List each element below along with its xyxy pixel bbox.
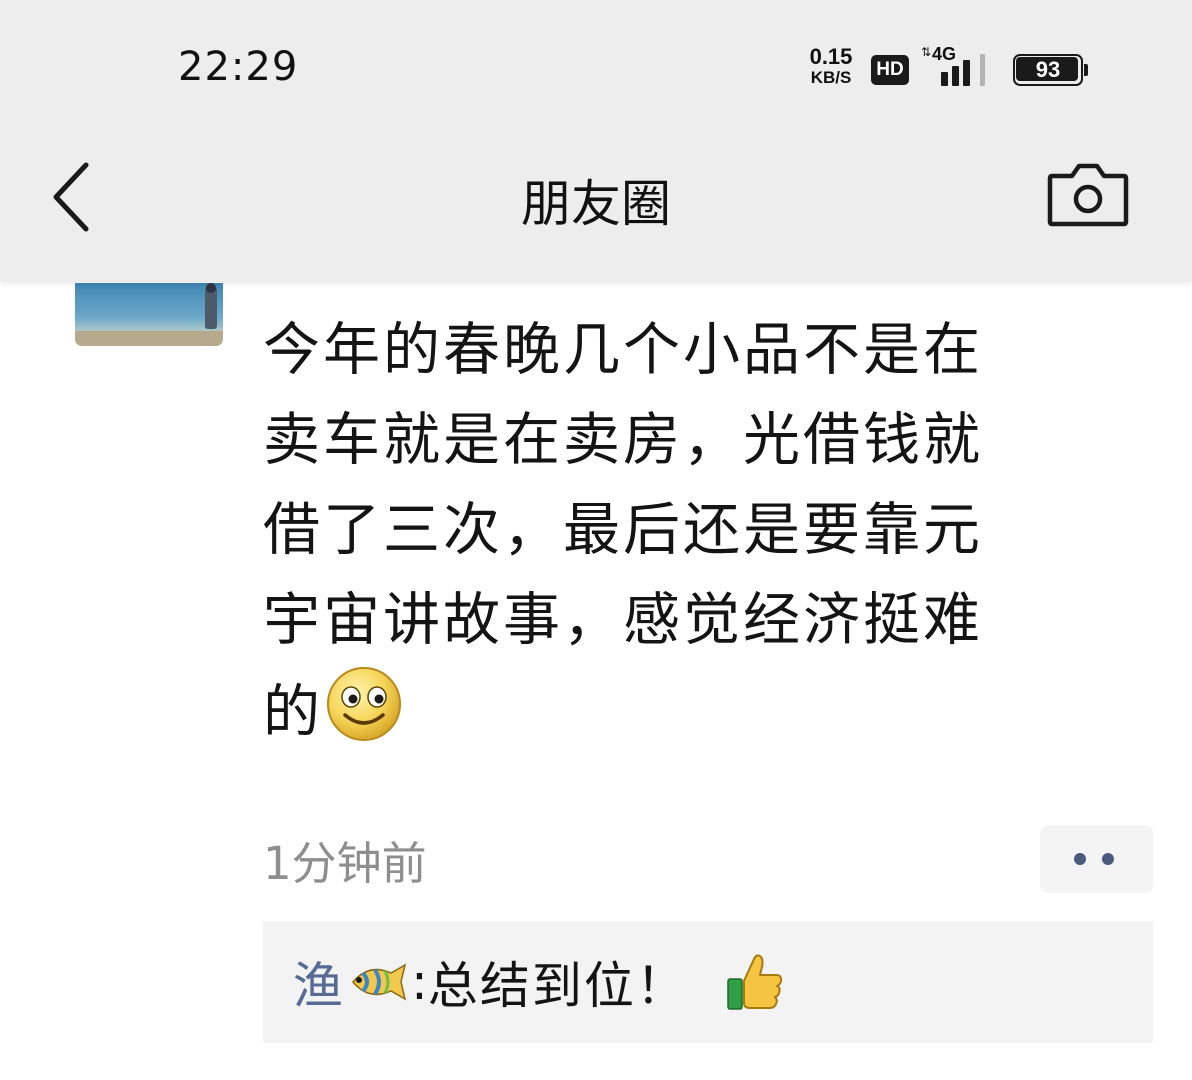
nav-bar: 朋友圈 bbox=[0, 135, 1192, 282]
more-button[interactable] bbox=[1040, 825, 1153, 893]
battery-level: 93 bbox=[1035, 57, 1061, 82]
network-speed-value: 0.15 bbox=[809, 44, 853, 69]
data-arrows-icon: ⇅ bbox=[921, 45, 932, 59]
avatar-rock bbox=[75, 331, 223, 346]
status-time: 22:29 bbox=[178, 44, 299, 90]
avatar[interactable] bbox=[75, 283, 223, 346]
signal-bar bbox=[941, 72, 948, 86]
post-line: 借了三次，最后还是要靠元 bbox=[263, 497, 983, 563]
status-bar: 22:29 0.15 KB/S HD ⇅ 4G 93 bbox=[0, 0, 1192, 135]
post-line: 的 bbox=[263, 679, 323, 745]
cellular-signal-icon: ⇅ 4G bbox=[921, 44, 993, 88]
signal-bar bbox=[952, 66, 959, 86]
comment-separator: : bbox=[411, 953, 428, 1011]
more-dots-icon bbox=[1102, 853, 1114, 865]
post-last-line: 的 bbox=[263, 665, 1133, 757]
post-line: 宇宙讲故事，感觉经济挺难 bbox=[263, 587, 983, 653]
fish-icon bbox=[352, 963, 407, 1001]
chevron-left-icon bbox=[53, 162, 89, 232]
battery-icon: 93 bbox=[1013, 54, 1088, 86]
battery-tip bbox=[1084, 64, 1088, 76]
back-button[interactable] bbox=[40, 157, 110, 237]
signal-bar bbox=[963, 60, 970, 86]
comments-section: 渔 : 总结到位！ bbox=[263, 921, 1153, 1043]
network-speed-unit: KB/S bbox=[810, 68, 852, 87]
signal-bar bbox=[980, 54, 985, 86]
thumbs-up-icon bbox=[727, 954, 782, 1010]
post-line: 卖车就是在卖房，光借钱就 bbox=[263, 407, 983, 473]
comment-author[interactable]: 渔 bbox=[293, 946, 343, 1018]
camera-icon bbox=[1047, 163, 1129, 227]
avatar-figure-head bbox=[206, 283, 216, 293]
camera-button[interactable] bbox=[1046, 162, 1130, 228]
post-content: 今年的春晚几个小品不是在 卖车就是在卖房，光借钱就 借了三次，最后还是要靠元 宇… bbox=[263, 305, 1133, 757]
more-dots-icon bbox=[1074, 853, 1086, 865]
network-type-label: 4G bbox=[932, 44, 957, 64]
network-speed: 0.15 KB/S bbox=[803, 44, 859, 87]
hd-badge: HD bbox=[871, 55, 909, 85]
page-title: 朋友圈 bbox=[521, 175, 671, 233]
comment-text: 总结到位！ bbox=[427, 957, 688, 1015]
smiley-icon bbox=[327, 667, 401, 741]
post-time: 1分钟前 bbox=[263, 837, 427, 890]
post-line: 今年的春晚几个小品不是在 bbox=[263, 317, 983, 383]
comment-item[interactable]: 渔 : 总结到位！ bbox=[293, 947, 786, 1017]
